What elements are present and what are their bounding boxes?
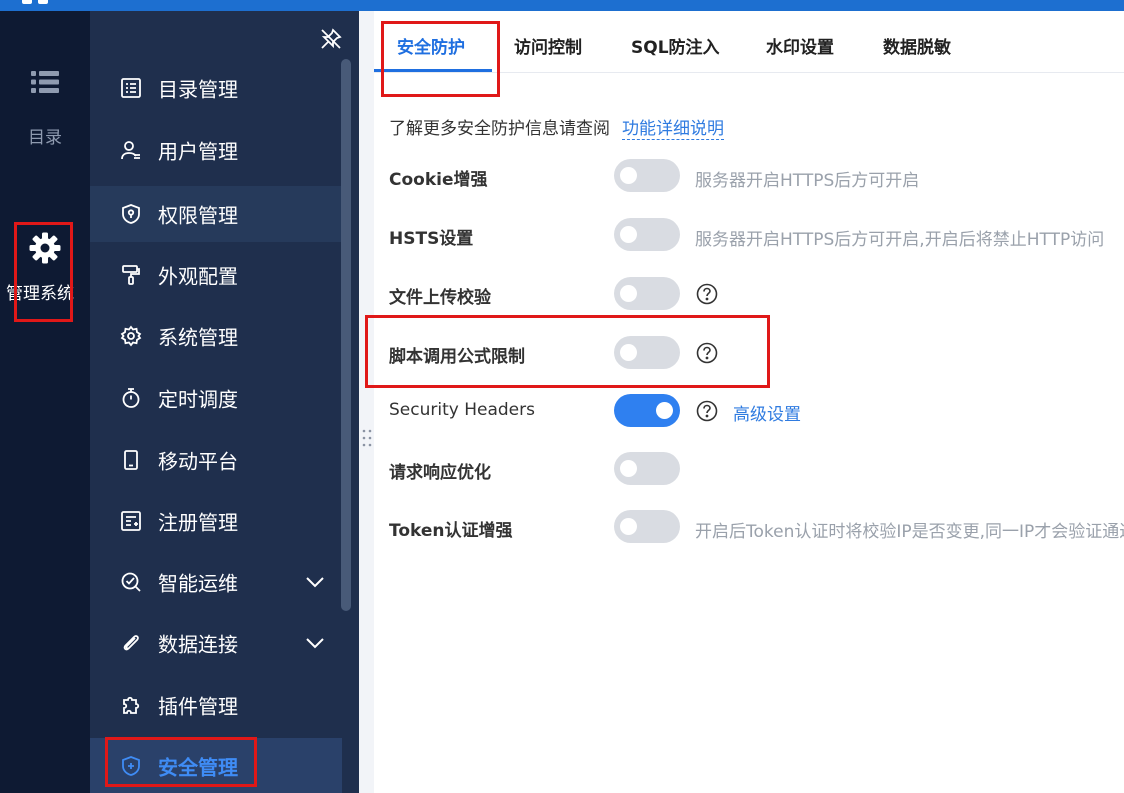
setting-label: 脚本调用公式限制 [389,347,525,367]
token-auth-toggle[interactable] [614,510,680,543]
menu-item-users[interactable]: 用户管理 [90,122,342,178]
menu-item-data-connection[interactable]: 数据连接 [90,615,342,671]
logo-icon [22,0,52,4]
menu-item-label: 外观配置 [158,264,238,289]
setting-row-security-headers: Security Headers 高级设置 [389,394,1124,428]
rail-item-catalog[interactable]: 目录 [0,67,90,148]
setting-row-script-formula: 脚本调用公式限制 [389,336,1124,370]
feature-doc-link[interactable]: 功能详细说明 [622,119,724,140]
rail-item-label: 目录 [28,128,62,148]
menu-item-label: 移动平台 [158,449,238,474]
setting-label: Cookie增强 [389,170,488,190]
menu-item-label: 数据连接 [158,632,238,657]
chevron-down-icon[interactable] [305,576,325,588]
menu-item-label: 系统管理 [158,325,238,350]
response-optimize-toggle[interactable] [614,452,680,485]
active-tab-indicator [374,69,492,72]
menu-item-security[interactable]: 安全管理 [90,738,342,793]
puzzle-icon [123,696,140,714]
toggle-knob [620,344,637,361]
ai-ops-icon [121,572,141,592]
tab-security-protection[interactable]: 安全防护 [397,33,465,58]
menu-item-catalog[interactable]: 目录管理 [90,60,342,116]
tab-data-masking[interactable]: 数据脱敏 [883,33,951,58]
menu-item-label: 安全管理 [158,755,238,780]
menu-item-scheduler[interactable]: 定时调度 [90,370,342,426]
setting-label: Security Headers [389,400,535,420]
setting-row-upload-check: 文件上传校验 [389,277,1124,311]
rail-item-admin[interactable]: 管理系统 [0,231,90,304]
menu-item-label: 注册管理 [158,510,238,535]
permission-shield-icon [122,204,140,224]
pin-icon[interactable] [319,27,343,55]
menu-item-system[interactable]: 系统管理 [90,308,342,364]
script-formula-toggle[interactable] [614,336,680,369]
menu-item-label: 智能运维 [158,571,238,596]
stopwatch-icon [122,388,140,408]
setting-row-token-auth: Token认证增强 开启后Token认证时将校验IP是否变更,同一IP才会验证通… [389,510,1124,544]
help-icon[interactable] [696,342,718,364]
side-menu: 目录管理 用户管理 权限管理 外观配置 系统管理 定时调度 移动平台 注册管理 … [90,11,359,793]
toggle-knob [620,226,637,243]
menu-scrollbar[interactable] [341,59,351,611]
help-icon[interactable] [696,400,718,422]
paint-roller-icon [122,265,140,285]
setting-row-cookie: Cookie增强 服务器开启HTTPS后方可开启 [389,159,1124,193]
advanced-settings-link[interactable]: 高级设置 [733,400,801,425]
menu-item-label: 用户管理 [158,139,238,164]
menu-item-mobile[interactable]: 移动平台 [90,432,342,488]
tab-sql-injection[interactable]: SQL防注入 [631,33,720,58]
help-icon[interactable] [696,283,718,305]
catalog-list-icon [121,78,141,98]
setting-row-hsts: HSTS设置 服务器开启HTTPS后方可开启,开启后将禁止HTTP访问 [389,218,1124,252]
panel-splitter[interactable] [359,11,374,793]
menu-item-permissions[interactable]: 权限管理 [90,186,342,242]
top-bar [0,0,1124,11]
main-panel: 安全防护 访问控制 SQL防注入 水印设置 数据脱敏 了解更多安全防护信息请查阅… [374,11,1124,793]
setting-row-response-optimize: 请求响应优化 [389,452,1124,486]
gear-icon [29,232,61,264]
menu-item-plugins[interactable]: 插件管理 [90,677,342,733]
setting-label: Token认证增强 [389,521,513,541]
mobile-icon [124,450,138,470]
upload-check-toggle[interactable] [614,277,680,310]
toggle-knob [620,518,637,535]
toggle-knob [620,167,637,184]
cookie-toggle[interactable] [614,159,680,192]
toggle-knob [656,402,673,419]
setting-hint: 开启后Token认证时将校验IP是否变更,同一IP才会验证通过 [695,522,1124,542]
setting-hint: 服务器开启HTTPS后方可开启,开启后将禁止HTTP访问 [695,230,1105,250]
menu-item-label: 权限管理 [158,203,238,228]
drag-handle-icon[interactable] [362,428,372,448]
list-icon [31,71,59,93]
menu-item-label: 定时调度 [158,387,238,412]
security-shield-icon [122,756,140,776]
info-text: 了解更多安全防护信息请查阅 [389,119,610,139]
left-rail: 目录 管理系统 [0,11,90,793]
chevron-down-icon[interactable] [305,637,325,649]
menu-item-label: 插件管理 [158,694,238,719]
security-headers-toggle[interactable] [614,394,680,427]
tab-watermark[interactable]: 水印设置 [766,33,834,58]
menu-item-registration[interactable]: 注册管理 [90,493,342,549]
toggle-knob [620,285,637,302]
register-doc-icon [121,511,141,531]
setting-hint: 服务器开启HTTPS后方可开启 [695,171,920,191]
user-icon [121,141,140,160]
tab-access-control[interactable]: 访问控制 [514,33,582,58]
info-line: 了解更多安全防护信息请查阅 功能详细说明 [389,114,724,140]
menu-item-appearance[interactable]: 外观配置 [90,247,342,303]
paperclip-icon [123,635,139,651]
hsts-toggle[interactable] [614,218,680,251]
rail-item-label: 管理系统 [6,284,74,304]
setting-label: 文件上传校验 [389,288,491,308]
menu-item-label: 目录管理 [158,77,238,102]
toggle-knob [620,460,637,477]
tab-bar: 安全防护 访问控制 SQL防注入 水印设置 数据脱敏 [374,11,1124,73]
setting-label: HSTS设置 [389,229,474,249]
menu-item-ai-ops[interactable]: 智能运维 [90,554,342,610]
setting-label: 请求响应优化 [389,463,491,483]
settings-gear-icon [120,325,142,347]
